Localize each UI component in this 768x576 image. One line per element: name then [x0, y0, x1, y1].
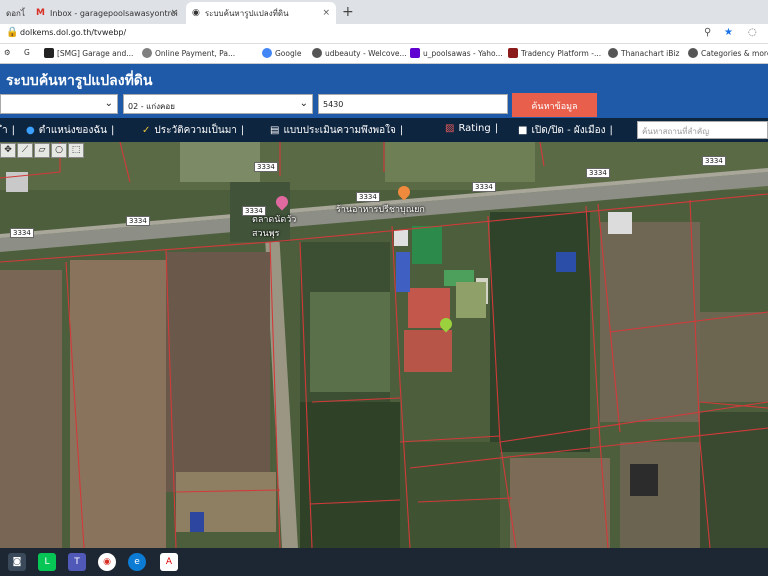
chevron-down-icon: ⌄ [299, 98, 308, 109]
circle-tool-icon[interactable]: ○ [51, 143, 67, 158]
road-number-label: 3334 [472, 182, 496, 192]
globe-icon: ● [26, 125, 35, 136]
page-icon: ◉ [192, 8, 200, 18]
new-tab-button[interactable]: + [342, 4, 354, 20]
address-bar: 🔒 dolkems.dol.go.th/tvwebp/ ⚲ ★ ◌ [0, 24, 768, 44]
menu-separator: | [240, 125, 245, 136]
menu-item-toggle-cityplan[interactable]: ■ เปิด/ปิด - ผังเมือง | [518, 123, 617, 138]
chevron-down-icon: ⌄ [104, 98, 113, 109]
polygon-tool-icon[interactable]: ▱ [34, 143, 50, 158]
tab-close-icon[interactable]: × [170, 8, 178, 18]
bookmark-item[interactable]: [SMG] Garage and... [44, 48, 133, 58]
tab-partial[interactable]: ดอกไ้ [0, 2, 30, 24]
road-number-label: 3334 [126, 216, 150, 226]
pdf-icon[interactable]: A [160, 553, 178, 571]
map-toolbar: ✥ ⟋ ▱ ○ ⬚ [0, 143, 85, 159]
menu-item-rating[interactable]: ▨ Rating | [445, 123, 502, 134]
star-icon[interactable]: ★ [724, 27, 733, 38]
polyline-tool-icon[interactable]: ⟋ [17, 143, 33, 158]
pan-tool-icon[interactable]: ✥ [0, 143, 16, 158]
bookmark-icon [688, 48, 698, 58]
menu-item-history[interactable]: ✓ ประวัติความเป็นมา | [142, 123, 248, 138]
menu-separator: | [11, 125, 15, 136]
bookmark-icon [44, 48, 54, 58]
camera-icon[interactable]: ◙ [8, 553, 26, 571]
bookmark-icon [312, 48, 322, 58]
search-bar: ⌄ 02 - แก่งคอย ⌄ 5430 ค้นหาข้อมูล [0, 92, 768, 118]
menu-bar: ำ | ● ตำแหน่งของฉัน | ✓ ประวัติความเป็นม… [0, 118, 768, 142]
poi-label: ร้านอาหารปรีชาบุณยก [336, 205, 425, 215]
bookmark-item[interactable]: u_poolsawas - Yaho... [410, 48, 503, 58]
edge-icon[interactable]: e [128, 553, 146, 571]
bookmark-icon [508, 48, 518, 58]
select-tool-icon[interactable]: ⬚ [68, 143, 84, 158]
menu-separator: | [399, 125, 404, 136]
tab-close-icon[interactable]: × [322, 8, 330, 18]
apps-icon[interactable]: ⚙ [4, 48, 11, 57]
bookmark-item[interactable]: udbeauty - Welcove... [312, 48, 407, 58]
line-app-icon[interactable]: L [38, 553, 56, 571]
road-number-label: 3334 [356, 192, 380, 202]
chart-icon: ▨ [445, 123, 455, 134]
satellite-map[interactable]: 3334 3334 3334 3334 3334 3334 3334 3334 … [0, 142, 768, 548]
tab-label: Inbox - garagepoolsawasyontroi [49, 8, 178, 18]
tab-label: ดอกไ้ [6, 8, 25, 18]
road-number-label: 3334 [586, 168, 610, 178]
road-number-label: 3334 [10, 228, 34, 238]
menu-item-survey[interactable]: ▤ แบบประเมินความพึงพอใจ | [270, 123, 407, 138]
os-taskbar: ◙ L T ◉ e A [0, 548, 768, 576]
search-button[interactable]: ค้นหาข้อมูล [512, 93, 597, 117]
bookmarks-bar: ⚙ G [SMG] Garage and... Online Payment, … [0, 44, 768, 64]
province-select[interactable]: ⌄ [0, 94, 118, 114]
menu-item-my-location[interactable]: ● ตำแหน่งของฉัน | [26, 123, 118, 138]
url-text[interactable]: dolkems.dol.go.th/tvwebp/ [20, 28, 126, 37]
parcel-number-input[interactable]: 5430 [318, 94, 508, 114]
district-select[interactable]: 02 - แก่งคอย ⌄ [123, 94, 313, 114]
menu-separator: | [609, 125, 613, 136]
tab-dol-map[interactable]: ◉ ระบบค้นหารูปแปลงที่ดิน × [186, 2, 336, 24]
zoom-icon[interactable]: ⚲ [704, 27, 711, 38]
teams-icon[interactable]: T [68, 553, 86, 571]
place-search-input[interactable]: ค้นหาสถานที่สำคัญ [637, 121, 768, 139]
bookmark-item[interactable]: Online Payment, Pa... [142, 48, 235, 58]
road-number-label: 3334 [702, 156, 726, 166]
tab-gmail[interactable]: M Inbox - garagepoolsawasyontroi × [30, 2, 184, 24]
tab-label: ระบบค้นหารูปแปลงที่ดิน [204, 8, 289, 18]
bookmark-item[interactable]: Thanachart iBiz [608, 48, 679, 58]
bookmark-item[interactable]: Google [262, 48, 301, 58]
yahoo-icon [410, 48, 420, 58]
lock-icon: 🔒 [6, 27, 19, 38]
document-icon: ▤ [270, 125, 280, 136]
menu-separator: | [110, 125, 115, 136]
gmail-icon: M [36, 8, 45, 18]
bookmark-icon [142, 48, 152, 58]
bookmark-item[interactable]: Tradency Platform -... [508, 48, 601, 58]
extension-icon[interactable]: ◌ [748, 27, 757, 38]
bookmark-g[interactable]: G [24, 48, 30, 57]
road-number-label: 3334 [254, 162, 278, 172]
chrome-icon[interactable]: ◉ [98, 553, 116, 571]
browser-tab-bar: ดอกไ้ M Inbox - garagepoolsawasyontroi ×… [0, 0, 768, 24]
app-header: ระบบค้นหารูปแปลงที่ดิน [0, 64, 768, 94]
square-icon: ■ [518, 125, 528, 136]
bookmark-item[interactable]: Categories & more [688, 48, 768, 58]
menu-item-home[interactable]: ำ | [2, 123, 19, 138]
google-icon [262, 48, 272, 58]
poi-label: ตลาดนัดวัว สวนพุร [252, 215, 297, 239]
sprout-icon: ✓ [142, 125, 151, 136]
globe-icon [608, 48, 618, 58]
page-title: ระบบค้นหารูปแปลงที่ดิน [6, 73, 153, 89]
menu-separator: | [494, 123, 499, 134]
